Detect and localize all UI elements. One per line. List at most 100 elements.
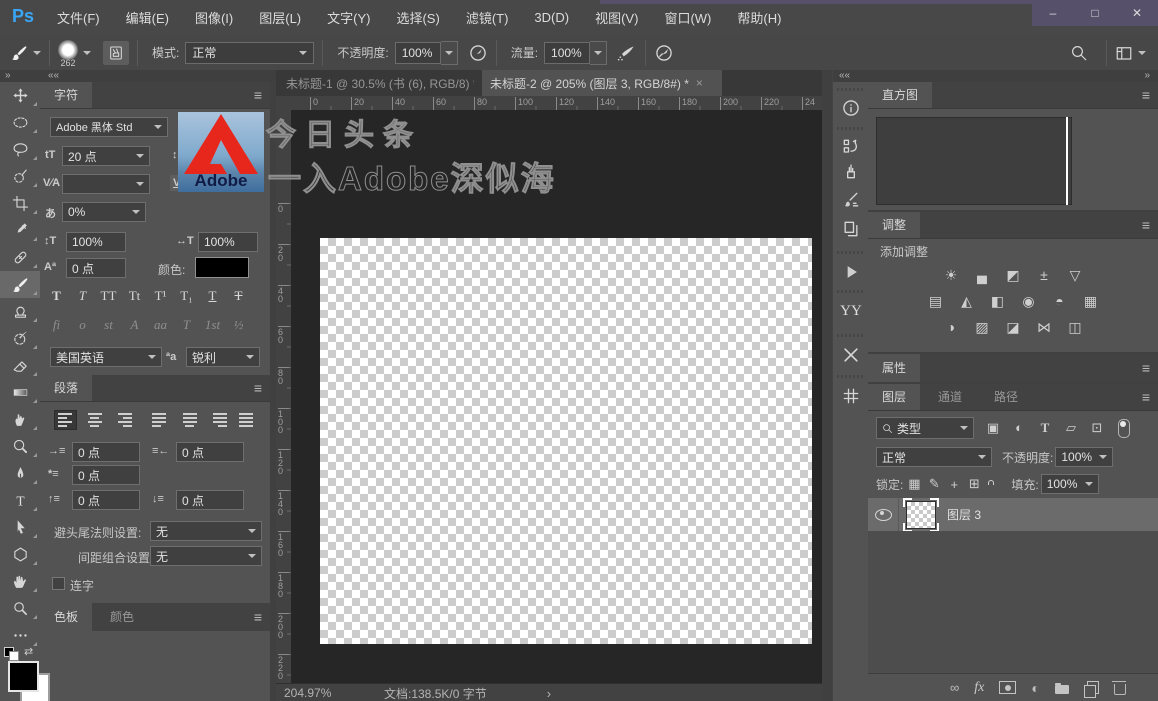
hyphenate-checkbox[interactable]: [52, 577, 65, 590]
gradient-map-icon[interactable]: ⋈: [1032, 316, 1056, 338]
lock-paint-icon[interactable]: ✎: [927, 476, 941, 492]
smart-object-filter-icon[interactable]: ⊡: [1086, 420, 1108, 436]
align-center[interactable]: [83, 410, 106, 430]
opentype-button-5[interactable]: T: [176, 317, 197, 333]
flow-field[interactable]: 100%: [544, 42, 590, 64]
panel-menu-icon[interactable]: ≡: [254, 381, 262, 395]
opentype-button-4[interactable]: aa: [150, 317, 171, 333]
posterize-icon[interactable]: ▨: [970, 316, 994, 338]
new-adjustment-layer-icon[interactable]: ◐: [1031, 680, 1039, 696]
strip-collapse[interactable]: ««: [833, 70, 869, 82]
justify-last-center[interactable]: [178, 410, 201, 430]
style-button-4[interactable]: T¹: [150, 287, 171, 305]
vertical-scale-field[interactable]: 100%: [66, 232, 126, 252]
justify-last-left[interactable]: [149, 410, 172, 430]
panel-menu-icon[interactable]: ≡: [1142, 218, 1150, 232]
panel-menu-icon[interactable]: ≡: [254, 88, 262, 102]
align-right[interactable]: [112, 410, 135, 430]
opentype-button-6[interactable]: 1st: [202, 317, 223, 333]
toggle-brush-panel-button[interactable]: [103, 41, 129, 65]
new-group-icon[interactable]: [1055, 685, 1069, 694]
eraser-tool[interactable]: [0, 352, 40, 379]
layer-visibility-cell[interactable]: [868, 498, 899, 531]
panel-menu-icon[interactable]: ≡: [1142, 361, 1150, 375]
layer-blend-dropdown[interactable]: 正常: [876, 447, 992, 467]
airbrush-icon[interactable]: [617, 43, 637, 63]
threshold-icon[interactable]: ◪: [1001, 316, 1025, 338]
adjustment-filter-icon[interactable]: ◐: [1008, 420, 1030, 436]
history-panel-icon[interactable]: [838, 134, 864, 160]
layer-effects-icon[interactable]: fx: [974, 680, 984, 696]
tab-图层[interactable]: 图层: [868, 384, 920, 410]
menu-窗口(W)[interactable]: 窗口(W): [651, 8, 724, 27]
patterns-panel-icon[interactable]: [838, 383, 864, 409]
brush-presets-panel-icon[interactable]: [838, 158, 864, 184]
close-button[interactable]: ✕: [1124, 6, 1150, 20]
brush-preset-picker[interactable]: 262: [58, 40, 78, 68]
tab-properties[interactable]: 属性: [868, 354, 920, 382]
add-layer-mask-icon[interactable]: [999, 681, 1016, 694]
brightness-contrast-icon[interactable]: ☀: [939, 264, 963, 286]
menu-编辑(E)[interactable]: 编辑(E): [113, 8, 182, 27]
menu-选择(S)[interactable]: 选择(S): [383, 8, 452, 27]
space-after-field[interactable]: 0 点: [176, 490, 244, 510]
style-button-7[interactable]: T: [228, 287, 249, 305]
move-tool[interactable]: [0, 82, 40, 109]
menu-图像(I)[interactable]: 图像(I): [182, 8, 246, 27]
eyedropper-tool[interactable]: [0, 217, 40, 244]
opentype-button-2[interactable]: st: [98, 317, 119, 333]
menu-帮助(H)[interactable]: 帮助(H): [724, 8, 794, 27]
hand-tool[interactable]: [0, 568, 40, 595]
dodge-tool[interactable]: [0, 433, 40, 460]
foreground-color-swatch[interactable]: [8, 661, 39, 692]
tab-paragraph[interactable]: 段落: [40, 375, 92, 401]
tab-adjustments[interactable]: 调整: [868, 212, 920, 238]
tab-character[interactable]: 字符: [40, 82, 92, 108]
menu-文字(Y)[interactable]: 文字(Y): [314, 8, 383, 27]
indent-left-field[interactable]: 0 点: [72, 442, 140, 462]
shape-filter-icon[interactable]: ▱: [1060, 420, 1082, 436]
layer-name[interactable]: 图层 3: [947, 506, 981, 523]
dock-expand-strip[interactable]: »: [868, 70, 1158, 82]
opentype-button-3[interactable]: A: [124, 317, 145, 333]
layer-filter-dropdown[interactable]: 类型: [876, 417, 974, 439]
actions-panel-icon[interactable]: [838, 259, 864, 285]
vibrance-icon[interactable]: ▽: [1063, 264, 1087, 286]
filter-toggle-pin[interactable]: [1118, 419, 1130, 438]
menu-滤镜(T)[interactable]: 滤镜(T): [453, 8, 522, 27]
quick-selection-tool[interactable]: [0, 163, 40, 190]
pen-pressure-size-icon[interactable]: [654, 43, 674, 63]
lock-transparency-icon[interactable]: ▦: [907, 476, 921, 492]
style-button-3[interactable]: Tt: [124, 287, 145, 305]
dock-collapse-strip[interactable]: ««: [40, 70, 278, 82]
hue-saturation-icon[interactable]: ▤: [924, 290, 948, 312]
tab-通道[interactable]: 通道: [924, 384, 976, 410]
style-button-5[interactable]: T₁: [176, 287, 197, 305]
smudge-tool[interactable]: [0, 406, 40, 433]
align-left[interactable]: [54, 410, 77, 430]
menu-视图(V)[interactable]: 视图(V): [582, 8, 651, 27]
language-dropdown[interactable]: 美国英语: [50, 347, 162, 367]
opentype-button-7[interactable]: ½: [228, 317, 249, 333]
levels-icon[interactable]: ▄: [970, 264, 994, 286]
layer-opacity-field[interactable]: 100%: [1055, 447, 1113, 467]
color-balance-icon[interactable]: ◭: [955, 290, 979, 312]
selective-color-icon[interactable]: ◫: [1063, 316, 1087, 338]
opacity-chevron[interactable]: [441, 41, 458, 65]
opentype-button-1[interactable]: o: [72, 317, 93, 333]
document-tab-2[interactable]: 未标题-2 @ 205% (图层 3, RGB/8#) *×: [482, 70, 722, 96]
chevron-down-icon[interactable]: [1138, 51, 1146, 55]
layer-row-selected[interactable]: 图层 3: [868, 498, 1158, 531]
layer-fill-field[interactable]: 100%: [1041, 474, 1099, 494]
type-tool[interactable]: T: [0, 487, 40, 514]
new-layer-icon[interactable]: [1087, 681, 1099, 694]
menu-3D(D)[interactable]: 3D(D): [521, 10, 582, 25]
brush-tool-preset-icon[interactable]: [10, 44, 28, 62]
tool-presets-panel-icon[interactable]: [838, 342, 864, 368]
path-selection-tool[interactable]: [0, 514, 40, 541]
swap-colors-icon[interactable]: ⇄: [24, 645, 33, 658]
blend-mode-dropdown[interactable]: 正常: [185, 42, 314, 64]
curves-icon[interactable]: ◩: [1001, 264, 1025, 286]
kinsoku-dropdown[interactable]: 无: [150, 521, 262, 541]
clone-stamp-tool[interactable]: [0, 298, 40, 325]
